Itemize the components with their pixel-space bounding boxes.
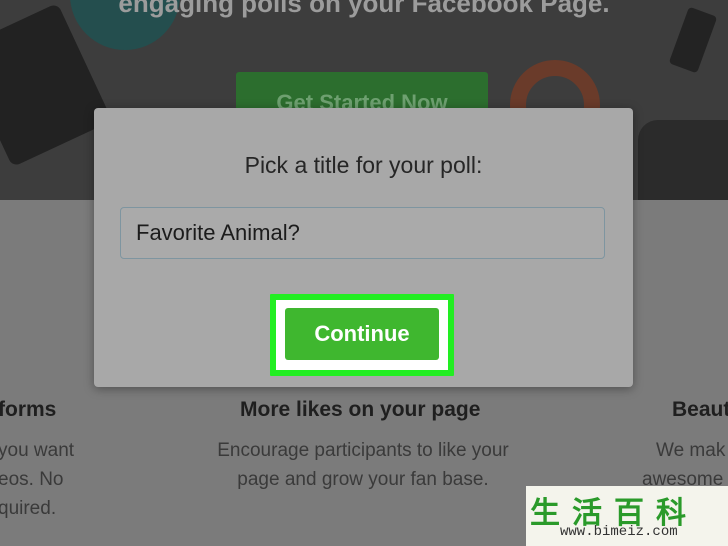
poll-title-dialog: Pick a title for your poll: Continue [94,108,633,387]
hero-tagline: engaging polls on your Facebook Page. [118,0,610,18]
continue-button[interactable]: Continue [285,308,439,360]
feature-title-left: forms [0,398,57,421]
feature-text-left: you want eos. No quired. [0,440,75,519]
feature-title-center: More likes on your page [240,398,481,421]
hand-illustration [638,120,728,200]
dialog-title: Pick a title for your poll: [244,152,483,178]
watermark-logo: 生 活 百 科 www.bimeiz.com [526,486,728,546]
watermark-url: www.bimeiz.com [560,524,678,540]
feature-title-right: Beaut [672,398,728,421]
feature-text-center: Encourage participants to like your page… [217,440,509,490]
poll-title-input[interactable] [120,207,605,259]
